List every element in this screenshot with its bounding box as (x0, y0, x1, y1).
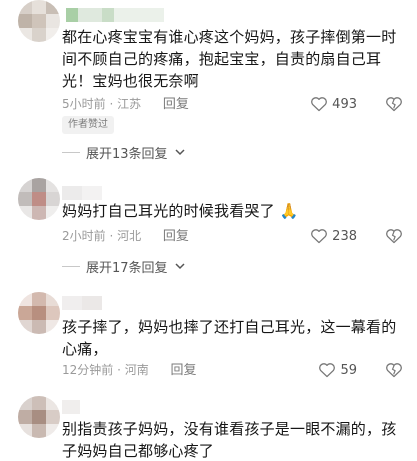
like-button[interactable]: 59 (318, 361, 357, 379)
comment-meta: 12分钟前 · 河南 回复 (62, 361, 197, 379)
comment-text: 孩子摔了，妈妈也摔了还打自己耳光，这一幕看的心痛， (62, 318, 397, 358)
divider (62, 265, 80, 267)
chevron-down-icon (175, 263, 185, 270)
time-location: 12分钟前 · 河南 (62, 363, 149, 377)
comment-item: 妈妈打自己耳光的时候我看哭了 🙏 2小时前 · 河北 回复 238 展开17条回… (0, 178, 417, 283)
expand-replies-button[interactable]: 展开17条回复 (62, 256, 186, 276)
username-masked[interactable] (62, 400, 122, 414)
broken-heart-icon (386, 363, 402, 378)
heart-outline-icon (311, 229, 328, 244)
dislike-button[interactable] (385, 96, 403, 112)
comment-item: 孩子摔了，妈妈也摔了还打自己耳光，这一幕看的心痛， 12分钟前 · 河南 回复 … (0, 292, 417, 387)
dislike-button[interactable] (385, 362, 403, 378)
username-masked[interactable] (62, 186, 142, 200)
heart-outline-icon (319, 363, 336, 378)
time-location: 5小时前 · 江苏 (62, 97, 142, 111)
avatar[interactable] (18, 178, 60, 220)
avatar[interactable] (18, 396, 60, 438)
comment-text: 妈妈打自己耳光的时候我看哭了 🙏 (62, 200, 407, 222)
author-liked-badge: 作者赞过 (62, 116, 114, 134)
pray-emoji-icon: 🙏 (279, 202, 299, 220)
comment-text: 都在心疼宝宝有谁心疼这个妈妈，孩子摔倒第一时间不顾自己的疼痛，抱起宝宝，自责的扇… (62, 28, 397, 90)
chevron-down-icon (175, 149, 185, 156)
avatar[interactable] (18, 292, 60, 334)
comment-meta: 5小时前 · 江苏 回复 (62, 95, 189, 113)
expand-replies-label: 展开13条回复 (86, 146, 168, 162)
comment-meta: 2小时前 · 河北 回复 (62, 227, 189, 245)
comment-item: 别指责孩子妈妈，没有谁看孩子是一眼不漏的，孩子妈妈自己都够心疼了 (0, 396, 417, 461)
reply-button[interactable]: 回复 (163, 229, 189, 244)
dislike-button[interactable] (385, 228, 403, 244)
comment-item: 都在心疼宝宝有谁心疼这个妈妈，孩子摔倒第一时间不顾自己的疼痛，抱起宝宝，自责的扇… (0, 0, 417, 170)
like-button[interactable]: 238 (310, 227, 357, 245)
comment-text: 别指责孩子妈妈，没有谁看孩子是一眼不漏的，孩子妈妈自己都够心疼了 (62, 420, 397, 460)
like-count: 59 (340, 362, 357, 378)
expand-replies-button[interactable]: 展开13条回复 (62, 142, 186, 162)
reply-button[interactable]: 回复 (163, 97, 189, 112)
username-masked[interactable] (62, 296, 132, 310)
broken-heart-icon (386, 97, 402, 112)
username-masked[interactable] (62, 8, 182, 22)
reply-button[interactable]: 回复 (171, 363, 197, 378)
heart-outline-icon (311, 97, 328, 112)
like-count: 493 (332, 96, 357, 112)
like-count: 238 (332, 228, 357, 244)
time-location: 2小时前 · 河北 (62, 229, 142, 243)
broken-heart-icon (386, 229, 402, 244)
like-button[interactable]: 493 (310, 95, 357, 113)
expand-replies-label: 展开17条回复 (86, 260, 168, 276)
comment-text-body: 妈妈打自己耳光的时候我看哭了 (62, 202, 275, 220)
divider (62, 151, 80, 153)
avatar[interactable] (18, 0, 60, 42)
